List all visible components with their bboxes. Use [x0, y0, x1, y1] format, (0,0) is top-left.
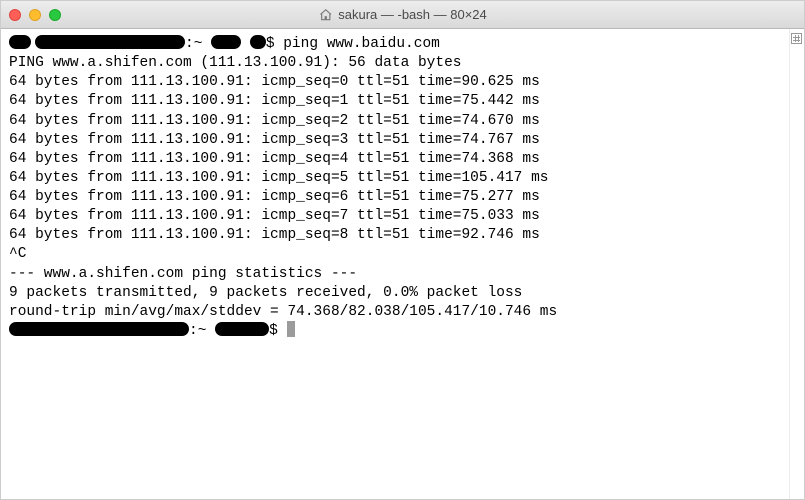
redacted: [9, 322, 189, 336]
stats-header: --- www.a.shifen.com ping statistics ---: [9, 265, 781, 284]
redacted: [35, 35, 185, 49]
redacted: [9, 35, 31, 49]
scrollbar-grip-icon[interactable]: [791, 33, 802, 44]
terminal-body[interactable]: :~ $ ping www.baidu.comPING www.a.shifen…: [1, 29, 804, 499]
ping-reply: 64 bytes from 111.13.100.91: icmp_seq=5 …: [9, 169, 781, 188]
ping-reply: 64 bytes from 111.13.100.91: icmp_seq=7 …: [9, 207, 781, 226]
interrupt: ^C: [9, 245, 781, 264]
terminal-window: sakura — -bash — 80×24 :~ $ ping www.bai…: [0, 0, 805, 500]
titlebar[interactable]: sakura — -bash — 80×24: [1, 1, 804, 29]
ping-reply: 64 bytes from 111.13.100.91: icmp_seq=4 …: [9, 150, 781, 169]
ping-reply: 64 bytes from 111.13.100.91: icmp_seq=2 …: [9, 112, 781, 131]
window-title-text: sakura — -bash — 80×24: [338, 7, 487, 22]
prompt-hostsep: :~: [185, 36, 202, 52]
home-icon: [318, 8, 332, 22]
ping-reply: 64 bytes from 111.13.100.91: icmp_seq=6 …: [9, 188, 781, 207]
prompt-line-2: :~ $: [9, 322, 781, 341]
redacted: [215, 322, 269, 336]
ping-reply: 64 bytes from 111.13.100.91: icmp_seq=3 …: [9, 131, 781, 150]
prompt-dollar: $: [269, 323, 278, 339]
scrollbar[interactable]: [789, 29, 804, 499]
ping-reply: 64 bytes from 111.13.100.91: icmp_seq=0 …: [9, 73, 781, 92]
maximize-button[interactable]: [49, 9, 61, 21]
prompt-dollar: $: [266, 36, 275, 52]
ping-reply: 64 bytes from 111.13.100.91: icmp_seq=8 …: [9, 226, 781, 245]
redacted: [250, 35, 266, 49]
ping-header: PING www.a.shifen.com (111.13.100.91): 5…: [9, 54, 781, 73]
stats-line: 9 packets transmitted, 9 packets receive…: [9, 284, 781, 303]
cursor: [287, 321, 295, 337]
window-title: sakura — -bash — 80×24: [318, 7, 487, 22]
redacted: [211, 35, 241, 49]
minimize-button[interactable]: [29, 9, 41, 21]
traffic-lights: [9, 9, 61, 21]
ping-reply: 64 bytes from 111.13.100.91: icmp_seq=1 …: [9, 92, 781, 111]
command: ping www.baidu.com: [283, 36, 440, 52]
stats-line: round-trip min/avg/max/stddev = 74.368/8…: [9, 303, 781, 322]
close-button[interactable]: [9, 9, 21, 21]
terminal-content[interactable]: :~ $ ping www.baidu.comPING www.a.shifen…: [1, 29, 789, 499]
prompt-line-1: :~ $ ping www.baidu.com: [9, 35, 781, 54]
